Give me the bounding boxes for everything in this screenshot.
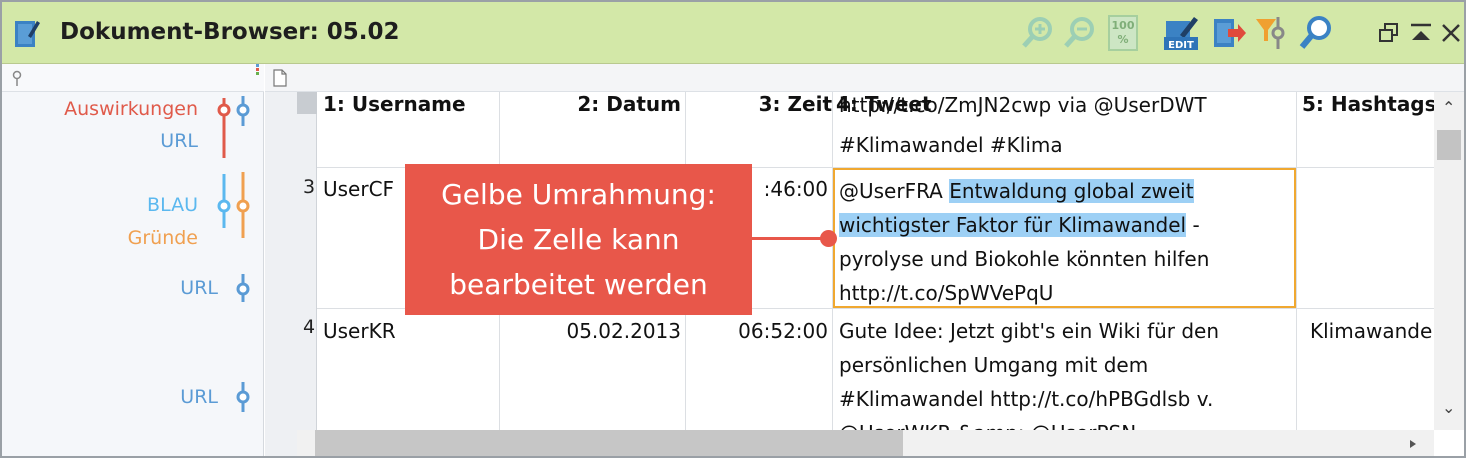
export-icon[interactable] xyxy=(1212,15,1248,51)
search-icon[interactable] xyxy=(1298,15,1334,51)
row-number[interactable]: 4 xyxy=(303,316,315,338)
annotation-callout: Gelbe Umrahmung: Die Zelle kann bearbeit… xyxy=(405,164,752,315)
callout-pointer-dot xyxy=(820,230,837,247)
vertical-scrollbar[interactable]: ⌃ ⌄ xyxy=(1434,92,1464,430)
table-toolbar xyxy=(265,64,1464,92)
code-strip-indicator xyxy=(256,64,259,75)
collapse-window-icon[interactable] xyxy=(1408,20,1434,46)
code-stripe-header xyxy=(2,64,264,92)
document-icon xyxy=(15,21,40,47)
zoom-out-icon[interactable] xyxy=(1062,15,1098,51)
tweet-cell-line[interactable]: Gute Idee: Jetzt gibt's ein Wiki für den xyxy=(839,314,1289,348)
callout-line-2: Die Zelle kann xyxy=(477,223,680,256)
code-label-url[interactable]: URL xyxy=(22,130,198,152)
zeit-cell[interactable]: 06:52:00 xyxy=(691,314,828,348)
tweet-cell-line[interactable]: #Klimawandel http://t.co/hPBGdlsb v. xyxy=(839,382,1289,416)
zoom-100-label: 100% xyxy=(1111,19,1135,46)
filter-icon[interactable] xyxy=(1254,15,1290,51)
restore-window-icon[interactable] xyxy=(1376,20,1402,46)
code-stripe-pane: Auswirkungen URL BLAU Gründe URL URL xyxy=(2,64,264,456)
tweet-cell-line[interactable]: persönlichen Umgang mit dem xyxy=(839,348,1289,382)
select-all-corner[interactable] xyxy=(297,92,317,114)
tweet-cell-line[interactable]: wichtigster Faktor für Klimawandel - xyxy=(839,208,1289,242)
close-window-icon[interactable] xyxy=(1438,20,1464,46)
page-icon[interactable] xyxy=(273,69,287,87)
row-number-gutter: 3 4 xyxy=(265,92,317,456)
horizontal-scroll-thumb[interactable] xyxy=(315,430,903,456)
tweet-cell-line[interactable]: @UserWKR &amp; @UserPSN xyxy=(839,416,1289,430)
username-cell[interactable]: UserKR xyxy=(323,314,493,348)
column-header-tweet[interactable]: 4: Tweet xyxy=(836,92,1292,116)
callout-line-1: Gelbe Umrahmung: xyxy=(441,178,716,211)
tweet-cell-line[interactable]: pyrolyse und Biokohle könnten hilfen xyxy=(839,242,1289,276)
tweet-cell-line[interactable]: #Klimawandel #Klima xyxy=(839,128,1289,162)
callout-connector xyxy=(752,237,828,240)
vertical-scroll-thumb[interactable] xyxy=(1437,130,1461,160)
row-number[interactable]: 3 xyxy=(303,176,315,198)
horizontal-scrollbar[interactable] xyxy=(297,430,1434,456)
scroll-right-icon[interactable] xyxy=(1409,439,1417,449)
code-label-gruende[interactable]: Gründe xyxy=(22,227,198,249)
document-browser-window: Dokument-Browser: 05.02 100% EDIT Auswir… xyxy=(0,0,1466,458)
callout-line-3: bearbeitet werden xyxy=(449,268,708,301)
tweet-cell-line[interactable]: @UserFRA Entwaldung global zweit xyxy=(839,174,1289,208)
pin-icon[interactable] xyxy=(10,69,24,87)
scroll-down-icon[interactable]: ⌄ xyxy=(1442,398,1455,417)
hashtags-cell[interactable]: Klimawande xyxy=(1310,314,1434,348)
title-bar: Dokument-Browser: 05.02 100% EDIT xyxy=(2,2,1464,64)
scroll-up-icon[interactable]: ⌃ xyxy=(1442,98,1455,117)
zoom-in-icon[interactable] xyxy=(1020,15,1056,51)
column-header-zeit[interactable]: 3: Zeit xyxy=(691,92,832,116)
tweet-text: - xyxy=(1186,213,1200,237)
edit-icon[interactable]: EDIT xyxy=(1164,15,1200,51)
tweet-cell-line[interactable]: http://t.co/SpWVePqU xyxy=(839,276,1289,310)
code-label-url[interactable]: URL xyxy=(22,386,218,408)
code-label-blau[interactable]: BLAU xyxy=(22,194,198,216)
tweet-text: @UserFRA xyxy=(839,179,950,203)
code-stripes xyxy=(217,96,250,412)
column-header-datum[interactable]: 2: Datum xyxy=(505,92,681,116)
code-label-auswirkungen[interactable]: Auswirkungen xyxy=(22,98,198,120)
datum-cell[interactable]: 05.02.2013 xyxy=(505,314,681,348)
code-label-url[interactable]: URL xyxy=(22,277,218,299)
selected-text: Entwaldung global zweit xyxy=(949,179,1194,203)
selected-text: wichtigster Faktor für Klimawandel xyxy=(839,213,1187,237)
window-title: Dokument-Browser: 05.02 xyxy=(60,19,400,45)
column-header-username[interactable]: 1: Username xyxy=(323,92,493,116)
edit-badge-label: EDIT xyxy=(1168,40,1194,51)
zoom-100-icon[interactable]: 100% xyxy=(1108,15,1138,51)
column-header-hashtags[interactable]: 5: Hashtags xyxy=(1302,92,1434,116)
